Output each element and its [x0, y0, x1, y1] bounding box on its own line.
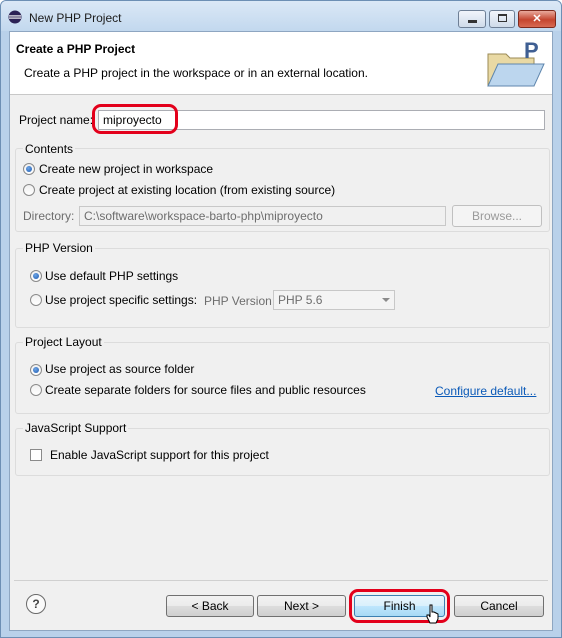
enable-javascript-label[interactable]: Enable JavaScript support for this proje…: [50, 448, 269, 462]
project-as-source-radio[interactable]: [30, 364, 42, 376]
cancel-button[interactable]: Cancel: [454, 595, 544, 617]
create-existing-location-label[interactable]: Create project at existing location (fro…: [39, 183, 335, 197]
separate-folders-label[interactable]: Create separate folders for source files…: [45, 383, 366, 397]
php-version-label: PHP Version:: [204, 294, 276, 308]
banner-description: Create a PHP project in the workspace or…: [24, 66, 368, 80]
configure-default-link[interactable]: Configure default...: [435, 384, 536, 398]
contents-group-title: Contents: [23, 142, 76, 156]
use-specific-settings-radio[interactable]: [30, 294, 42, 306]
maximize-icon: [498, 14, 507, 22]
create-new-project-radio[interactable]: [23, 163, 35, 175]
close-icon: ✕: [532, 13, 542, 25]
php-version-group: [15, 248, 550, 328]
maximize-button[interactable]: [489, 10, 515, 28]
use-specific-settings-label[interactable]: Use project specific settings:: [45, 293, 197, 307]
browse-button[interactable]: Browse...: [452, 205, 542, 227]
window-title: New PHP Project: [29, 11, 122, 25]
close-button[interactable]: ✕: [518, 10, 556, 28]
javascript-support-group-title: JavaScript Support: [23, 421, 129, 435]
minimize-icon: [468, 20, 477, 23]
title-bar[interactable]: New PHP Project ✕: [1, 1, 561, 31]
chevron-down-icon: [382, 298, 390, 302]
php-version-selected: PHP 5.6: [278, 293, 323, 307]
enable-javascript-checkbox[interactable]: [30, 449, 42, 461]
create-existing-location-radio[interactable]: [23, 184, 35, 196]
php-folder-icon: P: [487, 38, 545, 87]
separate-folders-radio[interactable]: [30, 384, 42, 396]
project-name-input[interactable]: miproyecto: [98, 110, 545, 130]
use-default-php-radio[interactable]: [30, 270, 42, 282]
project-name-label: Project name:: [19, 113, 94, 127]
directory-label: Directory:: [23, 209, 75, 223]
dialog-window: New PHP Project ✕ Create a PHP Project C…: [0, 0, 562, 638]
back-button[interactable]: < Back: [166, 595, 254, 617]
dialog-client-area: Create a PHP Project Create a PHP projec…: [9, 31, 553, 631]
php-version-group-title: PHP Version: [23, 241, 95, 255]
minimize-button[interactable]: [458, 10, 486, 28]
directory-input[interactable]: C:\software\workspace-barto-php\miproyec…: [79, 206, 446, 226]
use-default-php-label[interactable]: Use default PHP settings: [45, 269, 178, 283]
banner-title: Create a PHP Project: [16, 42, 136, 56]
create-new-project-label[interactable]: Create new project in workspace: [39, 162, 213, 176]
footer-separator: [14, 580, 548, 581]
next-button[interactable]: Next >: [257, 595, 346, 617]
project-as-source-label[interactable]: Use project as source folder: [45, 362, 194, 376]
svg-text:P: P: [524, 38, 539, 63]
wizard-banner: Create a PHP Project Create a PHP projec…: [10, 32, 552, 95]
help-icon[interactable]: ?: [26, 594, 46, 614]
php-version-select[interactable]: PHP 5.6: [273, 290, 395, 310]
project-layout-group-title: Project Layout: [23, 335, 104, 349]
eclipse-icon: [8, 10, 22, 24]
project-layout-group: [15, 342, 550, 414]
hand-cursor-icon: [426, 604, 439, 624]
